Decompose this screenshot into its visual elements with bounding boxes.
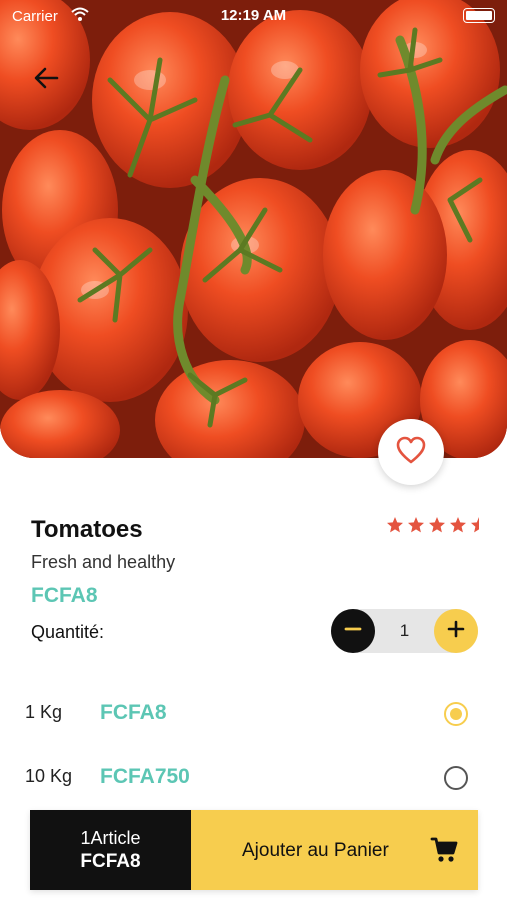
- minus-icon: [343, 619, 363, 644]
- star-icon: [387, 517, 403, 533]
- option-weight: 1 Kg: [25, 702, 63, 722]
- add-to-cart-label: Ajouter au Panier: [242, 840, 389, 861]
- cart-total: FCFA8: [80, 850, 141, 872]
- cart-summary: 1Article FCFA8: [30, 810, 191, 890]
- product-name: Tomatoes: [31, 516, 143, 543]
- star-icon: [471, 517, 479, 533]
- star-icon: [408, 517, 424, 533]
- weight-option-10kg[interactable]: 10 Kg FCFA750: [0, 758, 507, 798]
- battery-icon: [463, 8, 495, 23]
- shopping-cart-icon: [430, 836, 458, 869]
- heart-outline-icon: [396, 436, 426, 469]
- option-weight: 10 Kg: [25, 766, 73, 786]
- quantity-stepper: 1: [331, 609, 478, 653]
- cart-bar: 1Article FCFA8 Ajouter au Panier: [30, 810, 478, 890]
- status-bar: Carrier 12:19 AM: [0, 0, 507, 34]
- arrow-left-icon: [33, 66, 59, 95]
- cart-count: 1Article: [80, 827, 141, 848]
- product-image: [0, 0, 507, 458]
- quantity-value: 1: [399, 621, 410, 640]
- option-price: FCFA8: [100, 701, 167, 724]
- star-icon: [429, 517, 445, 533]
- status-time: 12:19 AM: [220, 7, 287, 24]
- quantity-label: Quantité:: [31, 622, 105, 642]
- product-price: FCFA8: [31, 584, 98, 607]
- radio-unselected-icon[interactable]: [444, 766, 468, 790]
- back-button[interactable]: [28, 62, 64, 98]
- option-price: FCFA750: [100, 765, 190, 788]
- decrease-button[interactable]: [331, 609, 375, 653]
- radio-selected-icon[interactable]: [444, 702, 468, 726]
- weight-option-1kg[interactable]: 1 Kg FCFA8: [0, 694, 507, 734]
- rating-stars: [386, 516, 488, 534]
- product-description: Fresh and healthy: [31, 552, 176, 572]
- plus-icon: [446, 619, 466, 644]
- add-to-cart-button[interactable]: Ajouter au Panier: [191, 810, 478, 890]
- star-icon: [450, 517, 466, 533]
- increase-button[interactable]: [434, 609, 478, 653]
- favorite-button[interactable]: [378, 419, 444, 485]
